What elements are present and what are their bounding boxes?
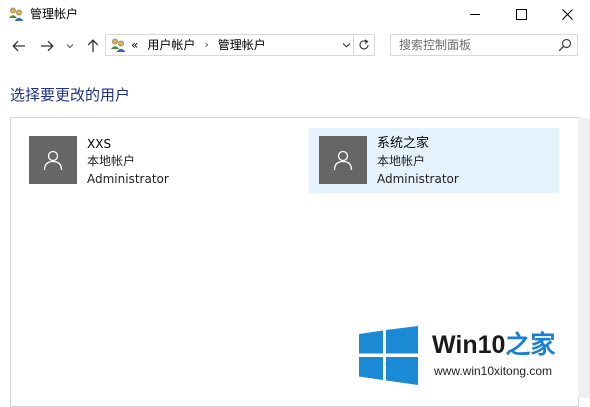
vertical-scrollbar[interactable] (578, 118, 590, 398)
user-silhouette-icon (43, 150, 63, 171)
windows-logo-icon (359, 326, 418, 385)
arrow-left-icon (12, 40, 25, 52)
title-bar: 管理帐户 (0, 0, 590, 28)
address-bar[interactable]: « 用户帐户 › 管理帐户 (105, 34, 375, 56)
user-silhouette-icon (333, 150, 353, 171)
refresh-icon (359, 39, 369, 50)
close-button[interactable] (544, 0, 590, 28)
account-type: 本地帐户 (377, 154, 426, 168)
back-button[interactable] (9, 36, 29, 56)
avatar (319, 136, 367, 184)
arrow-right-icon (41, 40, 54, 52)
window-title: 管理帐户 (30, 7, 79, 21)
watermark-brand-prefix: Win10 (432, 331, 506, 359)
users-icon (8, 6, 24, 22)
page-heading: 选择要更改的用户 (10, 86, 131, 104)
account-role: Administrator (377, 172, 459, 186)
breadcrumb-manage-accounts[interactable]: 管理帐户 (218, 35, 266, 55)
maximize-icon (515, 8, 527, 20)
user-name: 系统之家 (377, 136, 430, 151)
user-info: XXS 本地帐户 Administrator (87, 136, 267, 188)
forward-button[interactable] (37, 36, 57, 56)
search-input[interactable] (391, 35, 551, 55)
minimize-icon (470, 13, 480, 15)
minimize-button[interactable] (452, 0, 498, 28)
user-name: XXS (87, 137, 112, 151)
up-button[interactable] (83, 36, 103, 56)
close-icon (561, 8, 573, 20)
recent-locations-button[interactable] (63, 36, 77, 56)
chevron-down-icon (66, 44, 74, 49)
account-role: Administrator (87, 172, 169, 186)
breadcrumb-overflow[interactable]: « (131, 35, 138, 55)
arrow-up-icon (87, 39, 99, 52)
user-tile-system-home[interactable]: 系统之家 本地帐户 Administrator (309, 128, 559, 193)
user-info: 系统之家 本地帐户 Administrator (377, 136, 557, 188)
account-type: 本地帐户 (87, 154, 136, 168)
breadcrumb-user-accounts[interactable]: 用户帐户 (147, 35, 195, 55)
users-icon (110, 37, 126, 53)
maximize-button[interactable] (498, 0, 544, 28)
avatar (29, 136, 77, 184)
address-history-button[interactable] (338, 35, 354, 55)
user-tile-xxs[interactable]: XXS 本地帐户 Administrator (19, 128, 269, 193)
search-box[interactable] (390, 34, 578, 56)
breadcrumb-separator[interactable]: › (204, 35, 208, 55)
watermark-brand: Win10之家 (432, 330, 555, 360)
watermark-brand-suffix: 之家 (505, 331, 556, 359)
refresh-button[interactable] (353, 35, 374, 55)
chevron-down-icon (342, 43, 350, 48)
breadcrumb: « 用户帐户 › 管理帐户 (131, 35, 266, 55)
search-icon[interactable] (558, 38, 572, 52)
navigation-bar: « 用户帐户 › 管理帐户 (0, 30, 590, 62)
watermark-url: www.win10xitong.com (434, 364, 553, 378)
